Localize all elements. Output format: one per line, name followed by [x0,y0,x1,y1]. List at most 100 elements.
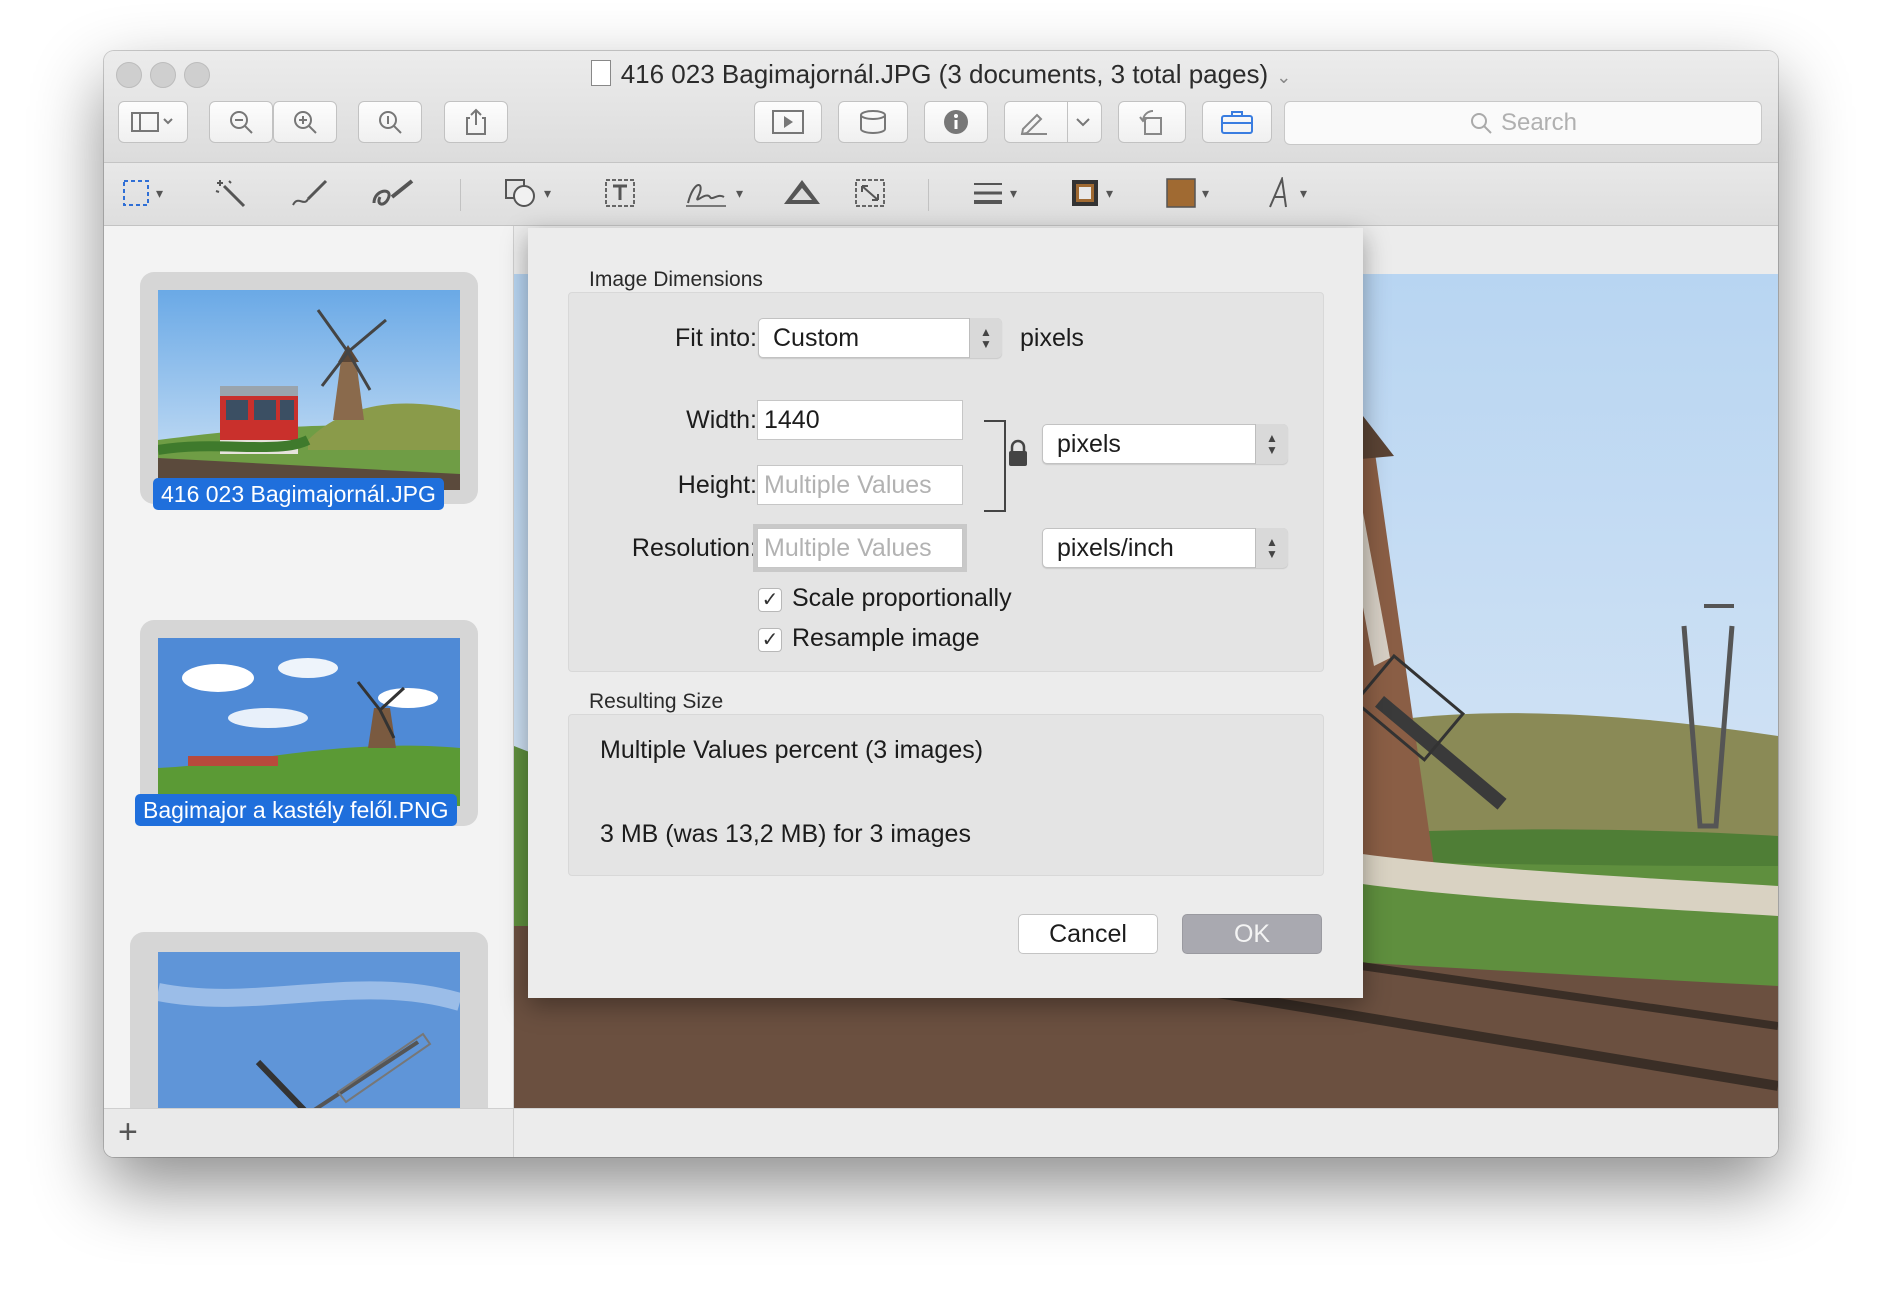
border-color-icon [1072,180,1098,206]
size-units-popup[interactable]: pixels ▲ ▼ [1042,424,1288,464]
border-color-tool[interactable]: ▾ [1070,173,1113,213]
chevron-down-icon: ▾ [544,184,552,201]
signature-icon [686,184,726,207]
share-icon [466,108,486,135]
thumbnail-label[interactable]: Bagimajor a kastély felől.PNG [135,794,457,826]
sidebar-view-button[interactable] [118,101,188,143]
resample-image-label[interactable]: Resample image [792,624,980,653]
adjust-size-dialog: Image Dimensions Fit into: Custom ▲ ▼ pix… [528,228,1363,998]
thumbnail-windmill-clouds[interactable] [158,638,460,806]
fit-into-units: pixels [1020,324,1084,352]
resolution-units-popup[interactable]: pixels/inch ▲ ▼ [1042,528,1288,568]
chevron-down-icon [1076,118,1090,127]
lock-icon[interactable] [1006,438,1030,468]
fill-color-tool[interactable]: ▾ [1166,173,1209,213]
zoom-in-icon [294,111,317,134]
adjust-size-tool[interactable] [854,173,886,213]
chevron-down-icon: ⌄ [1276,67,1292,87]
fit-into-popup[interactable]: Custom ▲ ▼ [758,318,1002,358]
prism-icon [784,180,820,204]
shape-style-tool[interactable]: ▾ [972,173,1017,213]
stack-button[interactable] [838,101,908,143]
sketch-icon [292,179,328,206]
stack-icon [860,110,886,134]
toolbar-separator [928,179,929,211]
checkmark-icon: ✓ [761,589,779,611]
height-field[interactable]: Multiple Values [757,465,963,505]
width-label: Width: [686,406,757,434]
result-percent-text: Multiple Values percent (3 images) [600,736,984,764]
sketch-tool[interactable] [290,173,330,213]
share-button[interactable] [444,101,508,143]
text-tool[interactable] [604,173,636,213]
font-icon [1269,177,1287,208]
viewer-footer [514,1108,1778,1157]
window-title[interactable]: 416 023 Bagimajornál.JPG (3 documents, 3… [104,59,1778,90]
draw-tool[interactable] [370,173,416,213]
actual-size-icon [379,111,402,134]
thumbnail-label[interactable]: 416 023 Bagimajornál.JPG [153,478,444,510]
markup-toolbar: ▾ ▾ ▾ ▾ ▾ ▾ ▾ [104,163,1778,226]
link-bracket [984,420,1006,512]
info-icon [944,110,968,134]
markup-toolbar-button[interactable] [1004,101,1102,143]
thumbnail-train-windmill[interactable] [158,290,460,490]
actual-size-button[interactable] [358,101,422,143]
text-style-tool[interactable]: ▾ [1266,173,1307,213]
zoom-in-button[interactable] [273,101,337,143]
image-dimensions-title: Image Dimensions [589,268,763,291]
sidebar-icon [131,112,173,132]
instant-alpha-tool[interactable] [214,173,248,213]
inspector-button[interactable] [924,101,988,143]
chevron-down-icon: ▾ [1010,184,1018,201]
toolbar-separator [460,179,461,211]
pen-icon [1020,113,1047,135]
chevron-down-icon: ▾ [736,184,744,201]
rectangular-selection-tool[interactable]: ▾ [122,173,163,213]
resolution-field[interactable]: Multiple Values [757,528,963,568]
height-label: Height: [677,471,757,499]
draw-icon [372,179,414,206]
width-field[interactable]: 1440 [757,400,963,440]
sidebar-footer: + [104,1108,513,1157]
resulting-size-title: Resulting Size [589,690,724,713]
rotate-button[interactable] [1118,101,1186,143]
line-style-icon [974,183,1002,204]
toolbox-icon [1221,111,1253,134]
title-bar: 416 023 Bagimajornál.JPG (3 documents, 3… [104,51,1778,163]
chevron-down-icon: ▾ [1106,184,1114,201]
shapes-tool[interactable]: ▾ [504,173,551,213]
chevron-down-icon: ▾ [1202,184,1210,201]
shapes-icon [505,179,535,207]
thumbnail-sidebar: 416 023 Bagimajornál.JPG Bagimajor a kas… [104,226,514,1157]
slideshow-button[interactable] [754,101,822,143]
thumbnail-windmill-sails[interactable] [158,952,460,1114]
ok-button[interactable]: OK [1182,914,1322,954]
text-box-icon [605,179,635,207]
scale-proportionally-label[interactable]: Scale proportionally [792,584,1012,613]
search-placeholder: Search [1500,109,1578,136]
resize-icon [855,179,885,207]
cancel-button[interactable]: Cancel [1018,914,1158,954]
sign-tool[interactable]: ▾ [684,173,743,213]
updown-arrows-icon: ▲ ▼ [969,318,1002,358]
zoom-out-button[interactable] [209,101,273,143]
chevron-down-icon: ▾ [156,184,164,201]
magic-wand-icon [215,180,246,208]
resample-image-checkbox[interactable]: ✓ [758,628,782,652]
checkmark-icon: ✓ [761,629,779,651]
play-icon [772,110,804,134]
document-icon [590,60,611,86]
add-page-button[interactable]: + [118,1113,138,1152]
adjust-color-tool[interactable] [782,173,822,213]
scale-proportionally-checkbox[interactable]: ✓ [758,588,782,612]
fit-into-value: Custom [773,324,860,352]
edit-toolbar-button[interactable] [1202,101,1272,143]
resolution-units-value: pixels/inch [1057,534,1174,562]
search-field[interactable]: Search [1284,101,1762,145]
search-icon [1470,113,1492,134]
size-units-value: pixels [1057,430,1121,458]
selection-rectangle-icon [123,180,149,206]
rotate-left-icon [1139,109,1162,135]
result-size-text: 3 MB (was 13,2 MB) for 3 images [600,820,971,848]
